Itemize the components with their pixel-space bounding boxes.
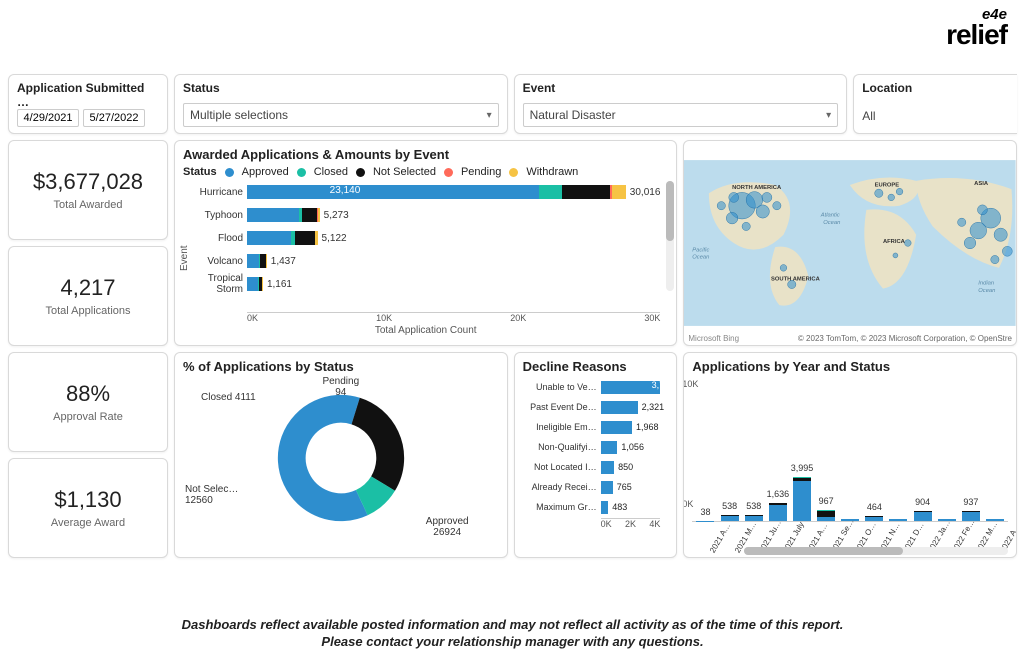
svg-text:Ocean: Ocean	[824, 220, 841, 226]
legend-dot-withdrawn	[509, 168, 518, 177]
chart-scrollbar[interactable]	[666, 181, 674, 291]
map-provider: Microsoft Bing	[688, 334, 739, 343]
brand-logo: e4e relief	[946, 8, 1007, 47]
date-from-input[interactable]: 4/29/2021	[17, 109, 79, 127]
svg-text:Indian: Indian	[979, 280, 995, 286]
filter-event-select[interactable]: Natural Disaster ▾	[523, 103, 839, 127]
chart-title: Decline Reasons	[523, 359, 669, 374]
chart-pct-by-status[interactable]: % of Applications by Status Pending94 Cl…	[174, 352, 508, 558]
chart-title: Applications by Year and Status	[692, 359, 1008, 374]
kpi-average-award: $1,130 Average Award	[8, 458, 168, 558]
donut-label-approved: Approved26924	[426, 516, 469, 538]
legend-dot-notselected	[356, 168, 365, 177]
chart-decline-reasons[interactable]: Decline Reasons Unable to Ve…3,745Past E…	[514, 352, 678, 558]
kpi-label: Average Award	[51, 517, 125, 529]
decline-plot-area: Unable to Ve…3,745Past Event De…2,321Ine…	[601, 378, 665, 516]
kpi-label: Total Applications	[46, 305, 131, 317]
svg-text:AFRICA: AFRICA	[883, 239, 906, 245]
filter-status-value: Multiple selections	[190, 108, 288, 122]
chart-title: Awarded Applications & Amounts by Event	[183, 147, 668, 162]
x-axis-ticks: 0K10K20K30K	[247, 313, 660, 323]
kpi-value: $3,677,028	[33, 169, 143, 195]
footer-disclaimer: Dashboards reflect available posted info…	[0, 617, 1025, 651]
kpi-value: 4,217	[60, 275, 115, 301]
filter-dates-label: Application Submitted …	[17, 81, 159, 109]
chevron-down-icon: ▾	[826, 110, 831, 121]
map-attribution: © 2023 TomTom, © 2023 Microsoft Corporat…	[798, 334, 1012, 343]
filter-event: Event Natural Disaster ▾	[514, 74, 848, 134]
svg-text:ASIA: ASIA	[975, 181, 990, 187]
filter-event-label: Event	[523, 81, 839, 95]
svg-text:EUROPE: EUROPE	[875, 183, 900, 189]
kpi-total-awarded: $3,677,028 Total Awarded	[8, 140, 168, 240]
filter-status-label: Status	[183, 81, 499, 95]
chart-awarded-by-event[interactable]: Awarded Applications & Amounts by Event …	[174, 140, 677, 346]
donut-label-pending: Pending94	[322, 376, 359, 398]
svg-text:Pacific: Pacific	[693, 247, 710, 253]
donut-plot: Pending94 Closed 4111 Not Selec…12560 Ap…	[183, 378, 499, 538]
y-tick-label: 10K	[683, 379, 698, 389]
x-axis-label: Total Application Count	[183, 325, 668, 336]
kpi-value: $1,130	[54, 487, 121, 513]
chevron-down-icon: ▾	[487, 110, 492, 121]
map-visual[interactable]: NORTH AMERICA EUROPE ASIA AFRICA SOUTH A…	[683, 140, 1017, 346]
svg-text:SOUTH AMERICA: SOUTH AMERICA	[771, 276, 821, 282]
kpi-label: Total Awarded	[54, 199, 123, 211]
footer-line1: Dashboards reflect available posted info…	[0, 617, 1025, 634]
svg-text:NORTH AMERICA: NORTH AMERICA	[732, 185, 782, 191]
filter-dates: Application Submitted … 4/29/2021 5/27/2…	[8, 74, 168, 134]
kpi-value: 88%	[66, 381, 110, 407]
kpi-total-applications: 4,217 Total Applications	[8, 246, 168, 346]
filter-status: Status Multiple selections ▾	[174, 74, 508, 134]
chart-legend: Status Approved Closed Not Selected Pend…	[183, 166, 668, 178]
filter-location-select[interactable]: All	[862, 105, 1009, 127]
bar-plot-area: Hurricane30,01623,140Typhoon5,273Flood5,…	[247, 182, 660, 312]
year-plot-area: 382021 A…5382021 M…5382021 Ju…1,6362021 …	[692, 402, 1008, 522]
donut-label-closed: Closed 4111	[201, 392, 256, 403]
date-to-input[interactable]: 5/27/2022	[83, 109, 145, 127]
svg-text:Ocean: Ocean	[693, 255, 710, 261]
kpi-label: Approval Rate	[53, 411, 123, 423]
donut-label-notselected: Not Selec…12560	[185, 484, 238, 506]
filter-event-value: Natural Disaster	[530, 108, 616, 122]
filter-location-label: Location	[862, 81, 1009, 95]
filter-location: Location All	[853, 74, 1017, 134]
filter-location-value: All	[862, 109, 875, 123]
legend-dot-closed	[297, 168, 306, 177]
world-map: NORTH AMERICA EUROPE ASIA AFRICA SOUTH A…	[684, 141, 1016, 345]
svg-text:Atlantic: Atlantic	[820, 212, 840, 218]
chart-apps-by-year[interactable]: Applications by Year and Status 10K 0K 3…	[683, 352, 1017, 558]
chart-title: % of Applications by Status	[183, 359, 499, 374]
brand-bottom: relief	[946, 22, 1007, 47]
svg-text:Ocean: Ocean	[979, 288, 996, 294]
x-axis-ticks: 0K2K4K	[601, 519, 661, 529]
chart-scrollbar[interactable]	[744, 547, 1008, 555]
kpi-approval-rate: 88% Approval Rate	[8, 352, 168, 452]
footer-line2: Please contact your relationship manager…	[0, 634, 1025, 651]
legend-dot-approved	[225, 168, 234, 177]
filter-status-select[interactable]: Multiple selections ▾	[183, 103, 499, 127]
legend-dot-pending	[444, 168, 453, 177]
